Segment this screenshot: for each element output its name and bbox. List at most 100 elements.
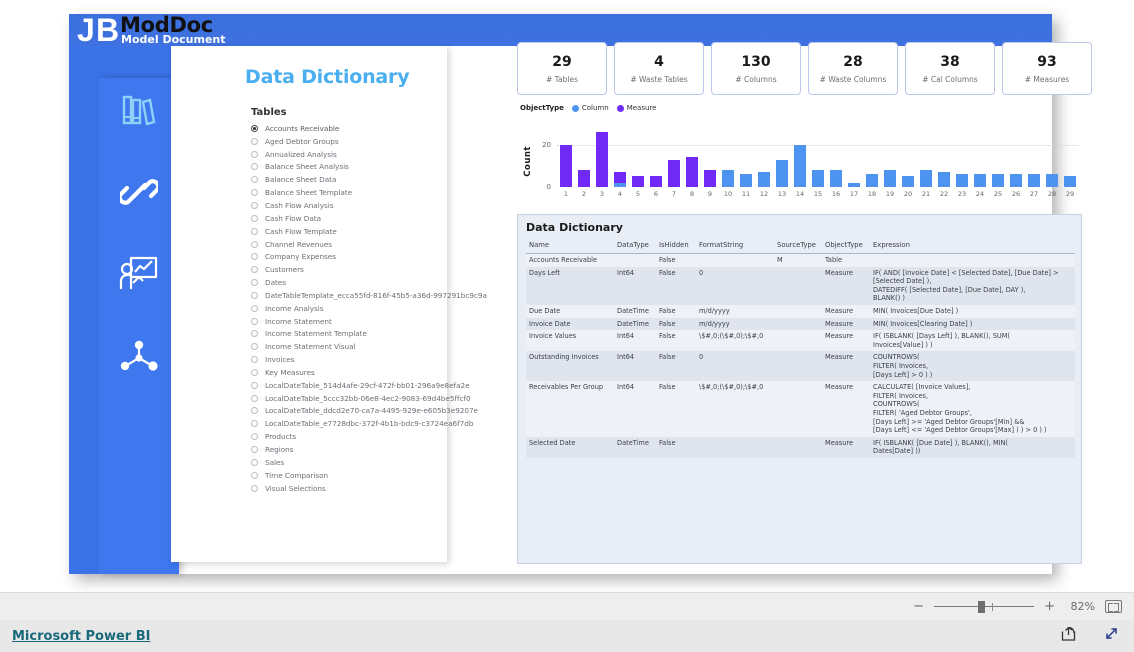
tables-slicer-list[interactable]: Accounts Receivable Aged Debtor Groups Ann… <box>251 122 487 495</box>
chart-bar[interactable] <box>827 132 845 187</box>
slicer-radio[interactable] <box>251 227 258 235</box>
slicer-radio[interactable] <box>251 137 258 145</box>
slicer-item[interactable]: LocalDateTable_514d4afe-29cf-472f-bb01-2… <box>251 379 470 392</box>
slicer-radio[interactable] <box>251 433 258 441</box>
kpi-card[interactable]: 29 # Tables <box>517 42 607 95</box>
table-row[interactable]: Due Date DateTime False m/d/yyyy Measure MIN(… <box>526 304 1075 318</box>
table-row[interactable]: Accounts Receivable False M Table <box>526 253 1075 267</box>
chart-bar[interactable] <box>683 132 701 187</box>
zoom-slider-handle[interactable] <box>978 600 986 613</box>
slicer-radio[interactable] <box>251 124 258 132</box>
kpi-card[interactable]: 28 # Waste Columns <box>808 42 898 95</box>
chart-bar[interactable] <box>881 132 899 187</box>
col-header-sourcetype[interactable]: SourceType <box>774 239 822 254</box>
nav-item-relationships[interactable] <box>99 156 179 228</box>
slicer-radio[interactable] <box>251 484 258 492</box>
slicer-item[interactable]: Invoices <box>251 353 441 366</box>
zoom-slider[interactable] <box>934 600 1035 613</box>
slicer-radio[interactable] <box>251 189 258 197</box>
chart-bars[interactable] <box>557 132 1079 187</box>
table-row[interactable]: Invoice Values Int64 False \$#,0;(\$#,0);\$… <box>526 330 1075 352</box>
chart-bar[interactable] <box>791 132 809 187</box>
slicer-item[interactable]: Products <box>251 430 441 443</box>
slicer-radio[interactable] <box>251 420 258 428</box>
slicer-radio[interactable] <box>251 394 258 402</box>
chart-bar[interactable] <box>971 132 989 187</box>
nav-item-lineage[interactable] <box>99 320 179 392</box>
slicer-radio[interactable] <box>251 356 258 364</box>
col-header-objecttype[interactable]: ObjectType <box>822 239 870 254</box>
slicer-item[interactable]: Balance Sheet Data <box>251 173 441 186</box>
chart-bar[interactable] <box>935 132 953 187</box>
table-row[interactable]: Invoice Date DateTime False m/d/yyyy Measure… <box>526 317 1075 331</box>
slicer-item[interactable]: Income Analysis <box>251 302 441 315</box>
chart-bar[interactable] <box>1061 132 1079 187</box>
zoom-in-button[interactable]: + <box>1044 600 1055 613</box>
chart-bar[interactable] <box>701 132 719 187</box>
slicer-radio[interactable] <box>251 304 258 312</box>
slicer-item[interactable]: Income Statement <box>251 315 441 328</box>
slicer-item[interactable]: Balance Sheet Template <box>251 186 441 199</box>
powerbi-footer-link[interactable]: Microsoft Power BI <box>12 629 150 644</box>
legend-item-measure[interactable]: Measure <box>616 104 656 112</box>
fullscreen-icon[interactable] <box>1103 625 1120 647</box>
nav-item-visuals[interactable] <box>99 238 179 310</box>
chart-bar[interactable] <box>593 132 611 187</box>
chart-bar[interactable] <box>989 132 1007 187</box>
chart-bar[interactable] <box>1007 132 1025 187</box>
chart-bar[interactable] <box>1043 132 1061 187</box>
slicer-item[interactable]: Income Statement Visual <box>251 340 441 353</box>
slicer-radio[interactable] <box>251 291 258 299</box>
slicer-item[interactable]: Visual Selections <box>251 482 441 495</box>
kpi-card[interactable]: 93 # Measures <box>1002 42 1092 95</box>
chart-bar[interactable] <box>863 132 881 187</box>
chart-bar[interactable] <box>629 132 647 187</box>
chart-bar[interactable] <box>953 132 971 187</box>
kpi-card[interactable]: 130 # Columns <box>711 42 801 95</box>
chart-bar[interactable] <box>575 132 593 187</box>
slicer-item[interactable]: Customers <box>251 263 441 276</box>
chart-bar[interactable] <box>845 132 863 187</box>
slicer-radio[interactable] <box>251 150 258 158</box>
slicer-item[interactable]: Balance Sheet Analysis <box>251 161 441 174</box>
col-header-ishidden[interactable]: IsHidden <box>656 239 696 254</box>
slicer-item[interactable]: Cash Flow Data <box>251 212 441 225</box>
chart-bar[interactable] <box>557 132 575 187</box>
slicer-radio[interactable] <box>251 446 258 454</box>
slicer-item[interactable]: LocalDateTable_5ccc32bb-06e8-4ec2-9083-6… <box>251 392 471 405</box>
slicer-radio[interactable] <box>251 201 258 209</box>
chart-bar[interactable] <box>899 132 917 187</box>
chart-bar[interactable] <box>611 132 629 187</box>
chart-bar[interactable] <box>755 132 773 187</box>
slicer-radio[interactable] <box>251 163 258 171</box>
slicer-radio[interactable] <box>251 253 258 261</box>
slicer-radio[interactable] <box>251 330 258 338</box>
slicer-radio[interactable] <box>251 343 258 351</box>
slicer-item[interactable]: Key Measures <box>251 366 441 379</box>
slicer-item[interactable]: Time Comparison <box>251 469 441 482</box>
slicer-item[interactable]: Accounts Receivable <box>251 122 441 135</box>
slicer-radio[interactable] <box>251 471 258 479</box>
col-header-formatstring[interactable]: FormatString <box>696 239 774 254</box>
slicer-item[interactable]: Annualized Analysis <box>251 148 441 161</box>
share-icon[interactable] <box>1060 625 1077 647</box>
legend-item-column[interactable]: Column <box>571 104 609 112</box>
chart-bar[interactable] <box>809 132 827 187</box>
slicer-radio[interactable] <box>251 240 258 248</box>
slicer-radio[interactable] <box>251 266 258 274</box>
slicer-item[interactable]: Regions <box>251 443 441 456</box>
slicer-item[interactable]: DateTableTemplate_ecca55fd-816f-45b5-a36… <box>251 289 487 302</box>
col-header-name[interactable]: Name <box>526 239 614 254</box>
data-dictionary-table-visual[interactable]: Data Dictionary Name DataType IsHidden F… <box>517 214 1082 564</box>
chart-bar[interactable] <box>917 132 935 187</box>
slicer-item[interactable]: LocalDateTable_e7728dbc-372f-4b1b-bdc9-c… <box>251 417 473 430</box>
slicer-item[interactable]: Company Expenses <box>251 250 441 263</box>
slicer-radio[interactable] <box>251 381 258 389</box>
slicer-radio[interactable] <box>251 176 258 184</box>
table-row[interactable]: Selected Date DateTime False Measure IF( ISB… <box>526 436 1075 458</box>
chart-bar[interactable] <box>719 132 737 187</box>
col-header-expression[interactable]: Expression <box>870 239 1075 254</box>
nav-item-books[interactable] <box>99 74 179 146</box>
slicer-item[interactable]: Dates <box>251 276 441 289</box>
kpi-card[interactable]: 4 # Waste Tables <box>614 42 704 95</box>
